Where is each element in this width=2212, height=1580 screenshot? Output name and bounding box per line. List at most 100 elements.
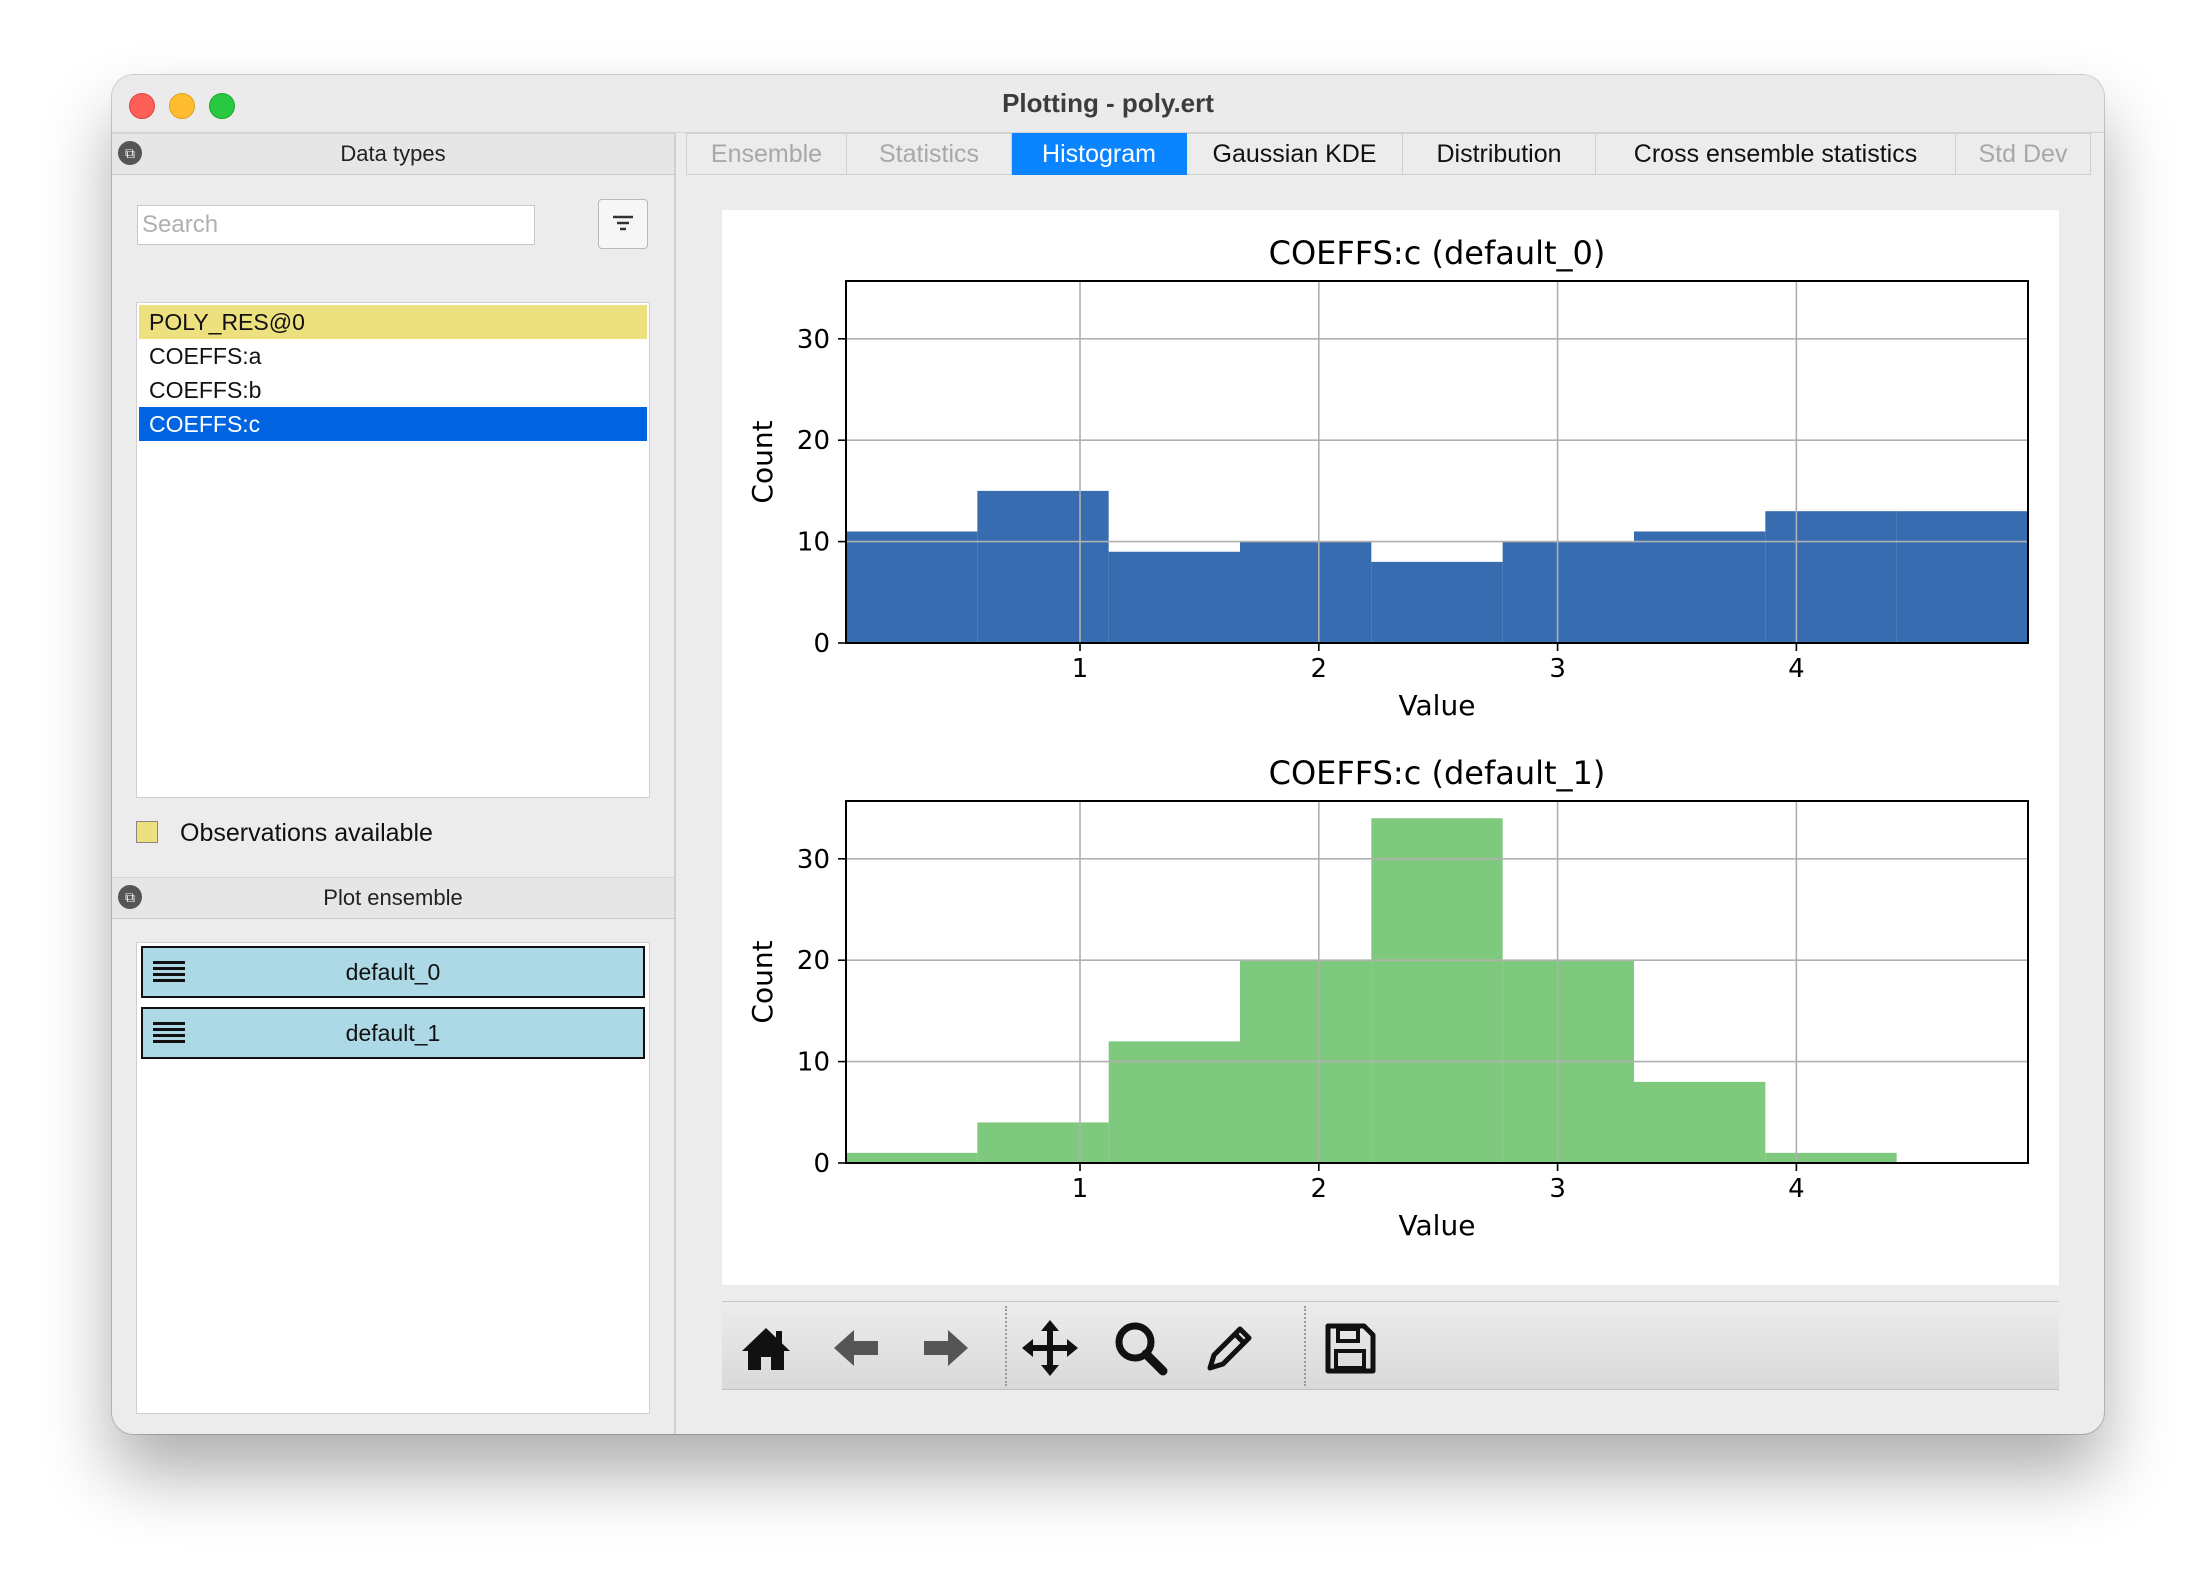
data-types-header: ⧉ Data types bbox=[112, 133, 674, 175]
histogram-bar bbox=[1108, 1041, 1240, 1163]
tab-label: Std Dev bbox=[1978, 140, 2068, 168]
plotting-window: Plotting - poly.ert ⧉ Data types POLY_RE… bbox=[112, 75, 2104, 1434]
chart-title: COEFFS:c (default_1) bbox=[1269, 754, 1606, 792]
y-tick-label: 0 bbox=[813, 1149, 830, 1179]
title-bar: Plotting - poly.ert bbox=[112, 75, 2104, 133]
histogram-bar bbox=[1896, 511, 2028, 643]
drag-handle-icon[interactable] bbox=[153, 1022, 185, 1044]
histogram-bar bbox=[846, 531, 978, 643]
tab-label: Cross ensemble statistics bbox=[1633, 140, 1918, 168]
tab-label: Ensemble bbox=[710, 140, 823, 168]
pan-move-icon bbox=[1022, 1320, 1078, 1376]
forward-button[interactable] bbox=[916, 1318, 976, 1378]
y-tick-label: 20 bbox=[797, 426, 830, 456]
x-tick-label: 1 bbox=[1072, 1174, 1089, 1204]
left-panel: ⧉ Data types POLY_RES@0 COEFFS:a COEFFS:… bbox=[112, 133, 676, 1434]
data-type-item-coeffs-b[interactable]: COEFFS:b bbox=[139, 373, 647, 407]
x-tick-label: 2 bbox=[1311, 1174, 1328, 1204]
x-tick-label: 4 bbox=[1788, 1174, 1805, 1204]
x-tick-label: 3 bbox=[1549, 654, 1566, 684]
observations-swatch bbox=[136, 821, 158, 843]
histogram-bar bbox=[1502, 541, 1634, 643]
data-type-label: COEFFS:c bbox=[149, 411, 261, 437]
y-tick-label: 30 bbox=[797, 325, 830, 355]
save-figure-button[interactable] bbox=[1320, 1318, 1380, 1378]
x-axis-label: Value bbox=[1399, 1209, 1476, 1242]
tab-histogram[interactable]: Histogram bbox=[1012, 133, 1187, 175]
ensemble-item-default-1[interactable]: default_1 bbox=[141, 1007, 645, 1059]
histogram-bar bbox=[977, 1122, 1109, 1163]
histogram-bar bbox=[1240, 541, 1372, 643]
tab-label: Distribution bbox=[1436, 140, 1562, 168]
y-tick-label: 10 bbox=[797, 528, 830, 558]
filter-icon bbox=[613, 215, 633, 231]
histogram-bar bbox=[977, 490, 1109, 643]
chart-title: COEFFS:c (default_0) bbox=[1269, 234, 1606, 272]
toolbar-separator bbox=[1304, 1306, 1306, 1386]
zoom-button[interactable] bbox=[1110, 1318, 1170, 1378]
data-types-title: Data types bbox=[340, 141, 446, 166]
plot-ensemble-title: Plot ensemble bbox=[323, 885, 463, 910]
data-type-label: COEFFS:b bbox=[149, 377, 262, 403]
data-type-label: COEFFS:a bbox=[149, 343, 262, 369]
histogram-bar bbox=[1371, 561, 1503, 643]
histogram-bar bbox=[1371, 818, 1503, 1163]
back-arrow-icon bbox=[834, 1330, 878, 1366]
filter-button[interactable] bbox=[598, 199, 648, 249]
edit-axes-button[interactable] bbox=[1200, 1318, 1260, 1378]
histogram-panel-0: 1 2 3 4 0 10 20 30 COEFFS:c (default_0) Value Coun… bbox=[746, 234, 2029, 722]
y-axis-label: Count bbox=[746, 420, 779, 503]
ensemble-item-default-0[interactable]: default_0 bbox=[141, 946, 645, 998]
histogram-bar bbox=[1765, 511, 1897, 643]
plot-toolbar bbox=[722, 1301, 2059, 1390]
search-input[interactable] bbox=[137, 205, 535, 245]
back-button[interactable] bbox=[826, 1318, 886, 1378]
home-button[interactable] bbox=[736, 1318, 796, 1378]
x-tick-label: 2 bbox=[1311, 654, 1328, 684]
histogram-bar bbox=[1634, 531, 1766, 643]
y-tick-label: 30 bbox=[797, 845, 830, 875]
tab-cross-ensemble-statistics[interactable]: Cross ensemble statistics bbox=[1596, 133, 1956, 175]
undock-icon[interactable]: ⧉ bbox=[118, 885, 142, 909]
home-icon bbox=[742, 1328, 790, 1370]
window-title: Plotting - poly.ert bbox=[1002, 88, 1214, 118]
toolbar-separator bbox=[1005, 1306, 1007, 1386]
tab-label: Statistics bbox=[878, 140, 980, 168]
pan-button[interactable] bbox=[1020, 1318, 1080, 1378]
y-axis-label: Count bbox=[746, 940, 779, 1023]
histogram-bar bbox=[1765, 1152, 1897, 1163]
plot-ensemble-list: default_0 default_1 bbox=[136, 942, 650, 1414]
tab-label: Histogram bbox=[1042, 140, 1156, 168]
y-tick-label: 0 bbox=[813, 629, 830, 659]
histogram-bar bbox=[846, 1152, 978, 1163]
tab-gaussian-kde[interactable]: Gaussian KDE bbox=[1187, 133, 1403, 175]
x-tick-label: 3 bbox=[1549, 1174, 1566, 1204]
drag-handle-icon[interactable] bbox=[153, 961, 185, 983]
histogram-figure: 1 2 3 40102030COEFFS:c (default_0)ValueCoun… bbox=[746, 234, 2029, 1242]
x-axis-label: Value bbox=[1399, 689, 1476, 722]
tab-statistics[interactable]: Statistics bbox=[847, 133, 1012, 175]
tab-distribution[interactable]: Distribution bbox=[1403, 133, 1596, 175]
ensemble-label: default_1 bbox=[345, 1020, 441, 1046]
tab-label: Gaussian KDE bbox=[1212, 140, 1377, 168]
data-type-item-coeffs-c[interactable]: COEFFS:c bbox=[139, 407, 647, 441]
plot-canvas: 1 2 3 4 0 10 20 30 COEFFS:c (default_0) Value Coun… bbox=[722, 210, 2059, 1285]
y-tick-label: 20 bbox=[797, 946, 830, 976]
data-type-item-poly-res[interactable]: POLY_RES@0 bbox=[139, 305, 647, 339]
histogram-bar bbox=[1634, 1081, 1766, 1163]
data-type-item-coeffs-a[interactable]: COEFFS:a bbox=[139, 339, 647, 373]
tab-std-dev[interactable]: Std Dev bbox=[1956, 133, 2091, 175]
tab-ensemble[interactable]: Ensemble bbox=[686, 133, 847, 175]
histogram-bar bbox=[1108, 551, 1240, 643]
zoom-magnifier-icon bbox=[1115, 1322, 1168, 1376]
x-tick-label: 1 bbox=[1072, 654, 1089, 684]
save-floppy-icon bbox=[1325, 1323, 1376, 1374]
ensemble-label: default_0 bbox=[345, 959, 441, 985]
plot-ensemble-header: ⧉ Plot ensemble bbox=[112, 877, 674, 919]
plot-type-tabs: Ensemble Statistics Histogram Gaussian K… bbox=[686, 133, 2091, 175]
undock-icon[interactable]: ⧉ bbox=[118, 141, 142, 165]
forward-arrow-icon bbox=[924, 1330, 968, 1366]
data-type-label: POLY_RES@0 bbox=[149, 309, 305, 335]
observations-label: Observations available bbox=[180, 819, 433, 847]
edit-pencil-icon bbox=[1207, 1326, 1252, 1371]
